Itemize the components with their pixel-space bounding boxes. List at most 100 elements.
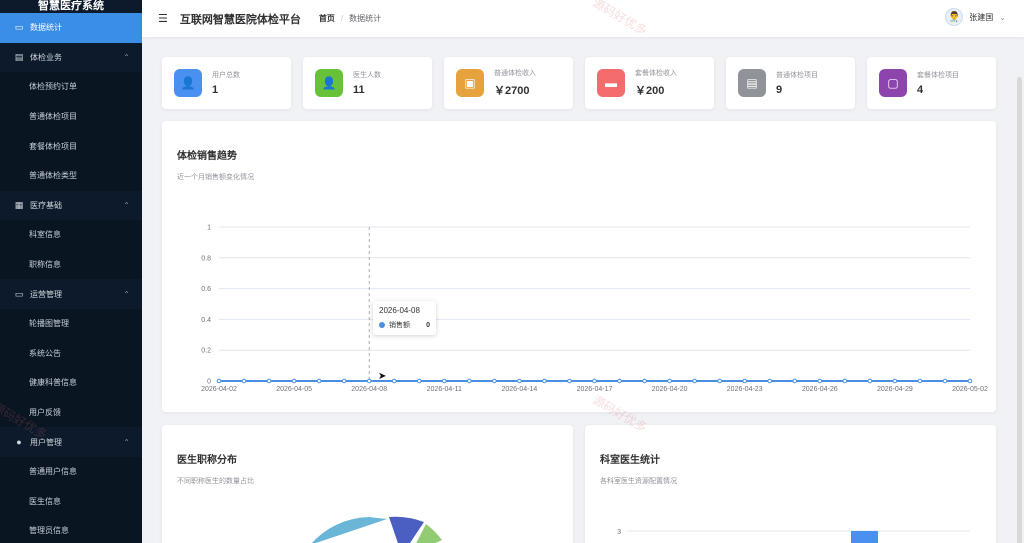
stat-label: 套餐体检收入 <box>635 70 677 77</box>
stat-card: 👤 医生人数 11 <box>303 57 432 109</box>
avatar[interactable]: 👨‍⚕️ <box>945 8 964 26</box>
chevron-down-icon[interactable]: ⌄ <box>999 13 1006 22</box>
stat-label: 普通体检收入 <box>494 70 536 77</box>
data-point[interactable] <box>892 378 898 384</box>
sidebar: 智慧医疗系统 ▭ 数据统计 ▤ 体检业务 ⌃ 体检预约订单 普通体检项目 套餐体检项目 普通体检… <box>0 0 142 543</box>
sidebar-group[interactable]: ▦ 医疗基础 ⌃ <box>0 191 142 221</box>
menu-toggle-icon[interactable]: ☰ <box>158 12 168 25</box>
stat-card: ▤ 普通体检项目 9 <box>726 57 855 109</box>
breadcrumb: 首页 / 数据统计 <box>319 13 381 24</box>
chart-icon: ▭ <box>14 22 24 33</box>
sidebar-item-label: 运营管理 <box>30 289 62 299</box>
chevron-up-icon: ⌃ <box>123 200 130 210</box>
sidebar-subitem[interactable]: 普通用户信息 <box>0 456 142 487</box>
data-point[interactable] <box>717 378 722 384</box>
sidebar-group[interactable]: ▤ 体检业务 ⌃ <box>0 43 142 73</box>
sidebar-item-label: 健康科普信息 <box>29 378 77 388</box>
data-point[interactable] <box>567 378 572 384</box>
data-point[interactable] <box>291 378 297 384</box>
data-point[interactable] <box>942 378 948 384</box>
y-tick-label: 0.6 <box>201 286 211 293</box>
data-point[interactable] <box>391 378 397 384</box>
sidebar-subitem[interactable]: 医生信息 <box>0 486 142 517</box>
stat-cards: 👤 用户总数 1 👤 医生人数 11 ▣ 普通体检收入 ￥2700 ▬ 套餐体检收入 ￥200 ▤ 普通体… <box>162 57 996 109</box>
data-point[interactable] <box>817 378 823 384</box>
data-point[interactable] <box>792 378 798 384</box>
data-point[interactable] <box>366 378 372 384</box>
x-tick-label: 2026-04-08 <box>351 386 387 393</box>
breadcrumb-current: 数据统计 <box>349 14 382 23</box>
monitor-icon: ▭ <box>14 288 24 299</box>
user-icon: ● <box>16 437 22 448</box>
x-tick-label: 2026-04-26 <box>802 386 838 393</box>
x-tick-label: 2026-04-05 <box>276 386 312 393</box>
user-menu[interactable]: 👨‍⚕️ 张建国 ⌄ <box>945 8 1006 26</box>
data-point[interactable] <box>767 378 773 384</box>
data-point[interactable] <box>216 378 222 384</box>
sidebar-item[interactable]: ▭ 数据统计 <box>0 13 142 43</box>
scrollbar[interactable] <box>1017 77 1022 543</box>
sidebar-subitem[interactable]: 管理员信息 <box>0 516 142 543</box>
data-point[interactable] <box>867 378 873 384</box>
stat-value: ￥200 <box>635 85 665 97</box>
tooltip-series-dot <box>379 322 385 328</box>
data-point[interactable] <box>542 378 547 384</box>
sidebar-menu: ▭ 数据统计 ▤ 体检业务 ⌃ 体检预约订单 普通体检项目 套餐体检项目普通体检类型 ▦ 医疗基础… <box>0 13 142 543</box>
data-point[interactable] <box>842 378 848 384</box>
pie-chart[interactable] <box>162 425 573 543</box>
pie-panel: 医生职称分布 不同职称医生的数量占比 <box>162 425 573 543</box>
data-point[interactable] <box>492 378 497 384</box>
x-tick-label: 2026-04-17 <box>577 386 613 393</box>
data-point[interactable] <box>442 378 447 384</box>
data-point[interactable] <box>617 378 622 384</box>
sidebar-subitem[interactable]: 职称信息 <box>0 249 142 280</box>
sidebar-subitem[interactable]: 套餐体检项目 <box>0 131 142 161</box>
bar-y-tick: 3 <box>617 529 621 536</box>
box-icon: ▢ <box>879 69 907 97</box>
sidebar-item-label: 用户反馈 <box>29 408 61 418</box>
stat-label: 套餐体检项目 <box>917 72 959 79</box>
data-point[interactable] <box>517 378 522 384</box>
sidebar-subitem[interactable]: 科室信息 <box>0 220 142 250</box>
sidebar-subitem[interactable]: 轮播图管理 <box>0 308 142 339</box>
data-point[interactable] <box>667 378 672 384</box>
stat-value: 1 <box>212 84 219 96</box>
sidebar-subitem[interactable]: 系统公告 <box>0 338 142 369</box>
data-point[interactable] <box>742 378 748 384</box>
stat-value: 9 <box>776 84 783 96</box>
data-point[interactable] <box>917 378 923 384</box>
y-tick-label: 1 <box>207 225 211 232</box>
breadcrumb-home[interactable]: 首页 <box>319 13 335 24</box>
bar[interactable] <box>851 531 878 543</box>
sidebar-item-label: 用户管理 <box>30 437 62 447</box>
tooltip-date: 2026-04-08 <box>379 306 420 315</box>
user-name[interactable]: 张建国 <box>969 12 993 23</box>
data-point[interactable] <box>341 378 347 384</box>
stat-card: 👤 用户总数 1 <box>162 57 291 109</box>
y-tick-label: 0.8 <box>201 255 211 262</box>
trend-chart[interactable]: 0 0.2 0.4 0.6 0.8 1 2026-04-02 2026-04-05 2026-0… <box>162 121 996 412</box>
data-point[interactable] <box>241 378 247 384</box>
sidebar-subitem[interactable]: 普通体检项目 <box>0 101 142 132</box>
sidebar-group[interactable]: ▭ 运营管理 ⌃ <box>0 279 142 309</box>
sidebar-group[interactable]: ● 用户管理 ⌃ <box>0 427 142 457</box>
data-point[interactable] <box>416 378 422 384</box>
data-point[interactable] <box>266 378 272 384</box>
bar-chart[interactable]: 3 <box>585 425 996 543</box>
data-point[interactable] <box>316 378 322 384</box>
data-point[interactable] <box>692 378 697 384</box>
data-point[interactable] <box>967 378 973 384</box>
data-point[interactable] <box>642 378 647 384</box>
sidebar-subitem[interactable]: 普通体检类型 <box>0 160 142 191</box>
sidebar-subitem[interactable]: 健康科普信息 <box>0 368 142 398</box>
sidebar-item-label: 科室信息 <box>29 230 61 240</box>
header: ☰ 互联网智慧医院体检平台 首页 / 数据统计 👨‍⚕️ 张建国 ⌄ <box>142 0 1024 37</box>
data-point[interactable] <box>467 378 472 384</box>
sidebar-subitem[interactable]: 用户反馈 <box>0 397 142 428</box>
sidebar-item-label: 普通用户信息 <box>29 467 77 477</box>
chart-tooltip: 2026-04-08 销售额 0 <box>373 301 436 335</box>
data-point[interactable] <box>592 378 597 384</box>
sidebar-item-label: 普通体检类型 <box>29 171 77 181</box>
sidebar-subitem[interactable]: 体检预约订单 <box>0 72 142 102</box>
sidebar-item-label: 体检业务 <box>30 52 62 62</box>
